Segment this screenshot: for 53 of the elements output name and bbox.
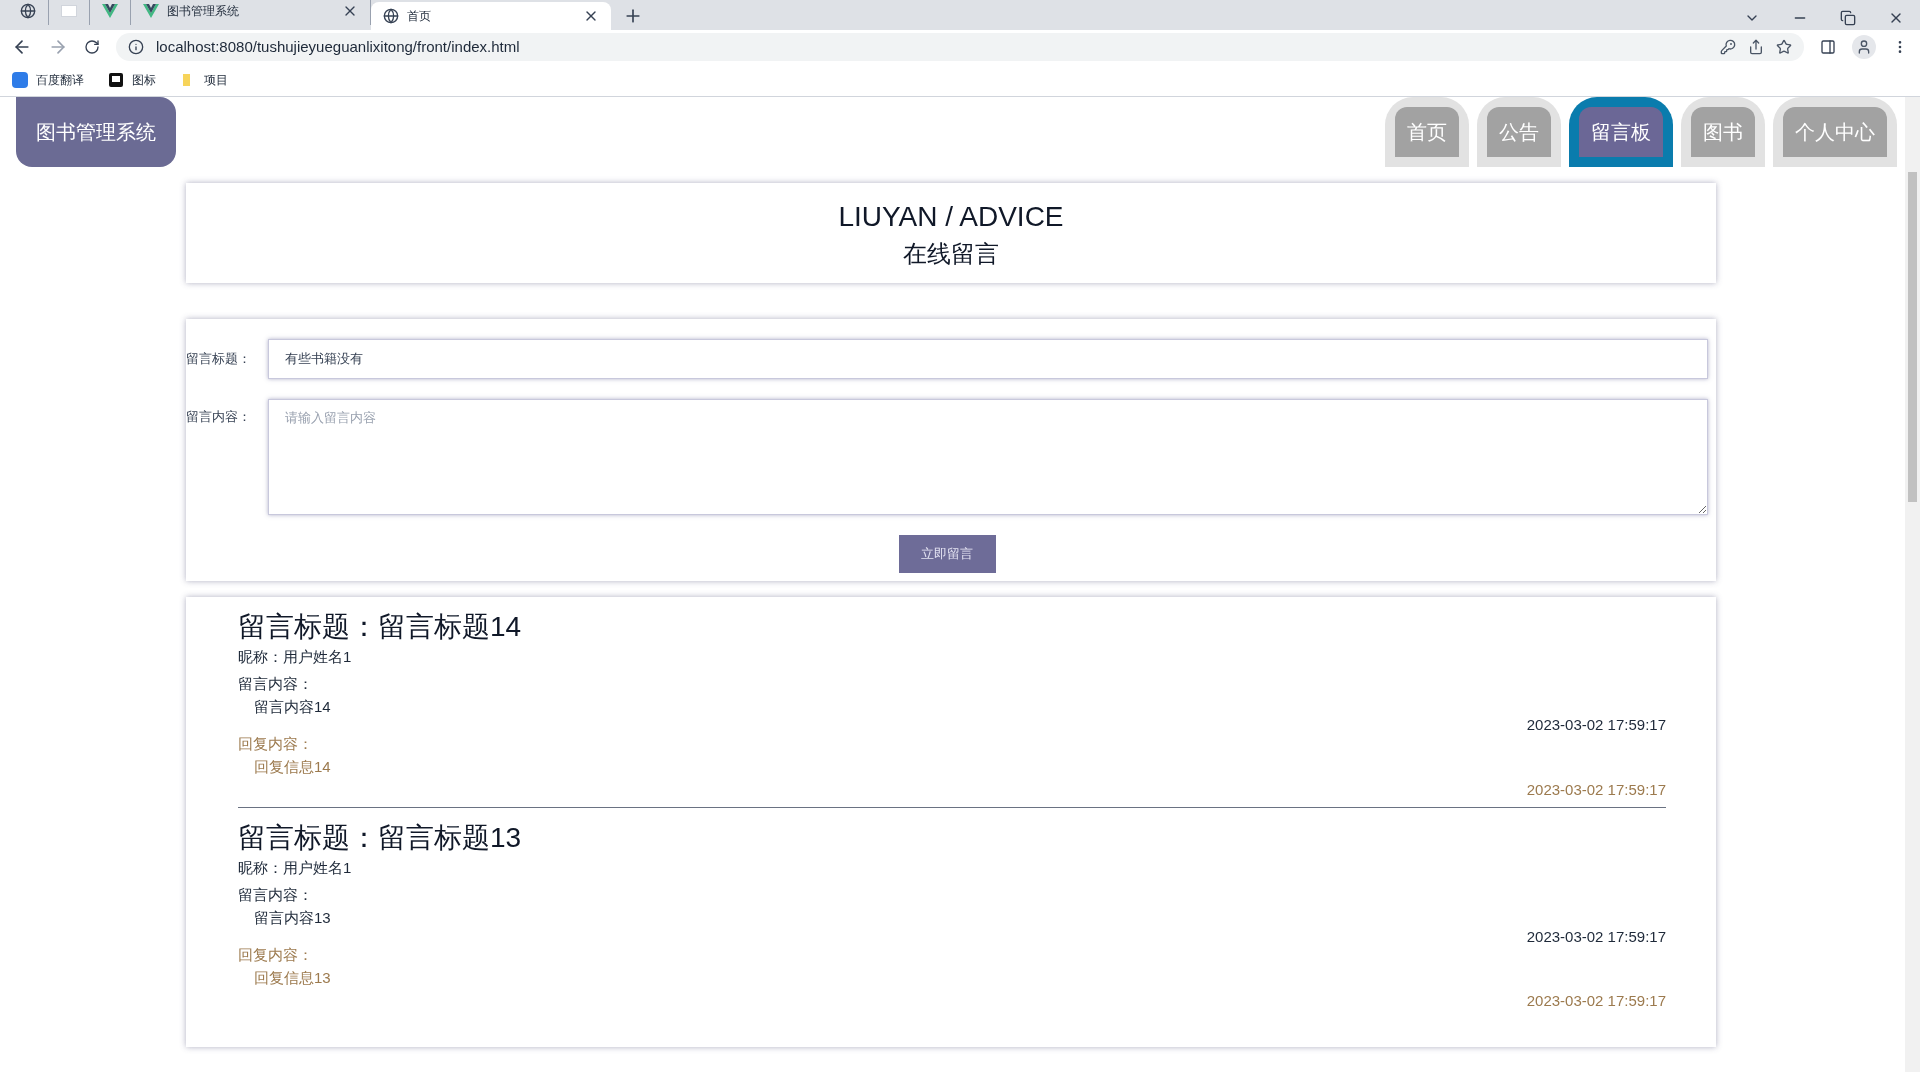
globe-icon xyxy=(383,8,399,24)
reply-content: 回复信息14 xyxy=(254,757,332,777)
browser-tab[interactable]: 首页 xyxy=(371,2,611,30)
browser-tab[interactable]: 图书管理系统 xyxy=(131,0,371,25)
message-content-label: 留言内容： xyxy=(238,886,314,905)
info-icon[interactable] xyxy=(128,39,144,55)
key-icon[interactable] xyxy=(1720,39,1736,55)
message-title: 留言标题：留言标题14 xyxy=(238,610,523,644)
message-nickname: 昵称：用户姓名1 xyxy=(238,859,353,878)
side-panel-icon[interactable] xyxy=(1820,39,1836,55)
bookmark[interactable]: 百度翻译 xyxy=(12,72,84,88)
bookmark[interactable]: 项目 xyxy=(180,72,228,88)
message-time: 2023-03-02 17:59:17 xyxy=(1526,716,1666,735)
message-nickname: 昵称：用户姓名1 xyxy=(238,648,353,667)
nav-label: 公告 xyxy=(1487,107,1551,157)
v-logo-icon xyxy=(102,3,118,19)
message-content: 留言内容14 xyxy=(254,697,332,717)
content-input-field[interactable]: 请输入留言内容 xyxy=(268,399,1708,515)
page-icon xyxy=(61,5,77,17)
message-content-label: 留言内容： xyxy=(238,674,314,694)
submit-button[interactable]: 立即留言 xyxy=(898,535,996,573)
site-logo[interactable]: 图书管理系统 xyxy=(16,97,176,167)
bookmark[interactable]: 图标 xyxy=(108,72,156,88)
reply-time: 2023-03-02 17:59:17 xyxy=(1526,991,1666,1011)
message-time: 2023-03-02 17:59:17 xyxy=(1526,927,1666,947)
form-label: 留言内容： xyxy=(186,408,252,426)
v-logo-icon xyxy=(143,3,159,19)
tab-title: 首页 xyxy=(407,8,432,24)
tab-title: 图书管理系统 xyxy=(167,3,240,19)
heading-subtitle: 在线留言 xyxy=(903,239,999,269)
url-text: localhost:8080/tushujieyueguanlixitong/front/index.html xyxy=(156,36,521,57)
heading-title: LIUYAN / ADVICE xyxy=(838,200,1064,234)
nav-label: 个人中心 xyxy=(1783,107,1887,157)
reply-content: 回复信息13 xyxy=(254,969,332,988)
share-icon[interactable] xyxy=(1748,39,1764,55)
message-title: 留言标题：留言标题13 xyxy=(238,821,523,856)
reply-label: 回复内容： xyxy=(238,735,314,754)
scrollbar-thumb[interactable] xyxy=(1908,172,1917,502)
form-label: 留言标题： xyxy=(186,350,252,369)
bookmark-star-icon[interactable] xyxy=(1776,39,1792,55)
reply-time: 2023-03-02 17:59:17 xyxy=(1526,780,1666,800)
address-bar[interactable]: localhost:8080/tushujieyueguanlixitong/front/index.html xyxy=(116,33,1804,61)
nav-tab[interactable]: 留言板 xyxy=(1569,97,1673,167)
title-input-field[interactable]: 有些书籍没有 xyxy=(268,339,1708,379)
nav-label: 首页 xyxy=(1395,107,1459,157)
profile-icon[interactable] xyxy=(1852,35,1876,59)
restore-icon[interactable] xyxy=(1840,10,1856,26)
reply-label: 回复内容： xyxy=(238,946,314,965)
globe-icon xyxy=(20,3,36,19)
nav-label: 留言板 xyxy=(1579,107,1663,157)
reload-icon[interactable] xyxy=(84,39,100,55)
message-content: 留言内容13 xyxy=(254,908,332,928)
nav-label: 图书 xyxy=(1691,107,1755,157)
